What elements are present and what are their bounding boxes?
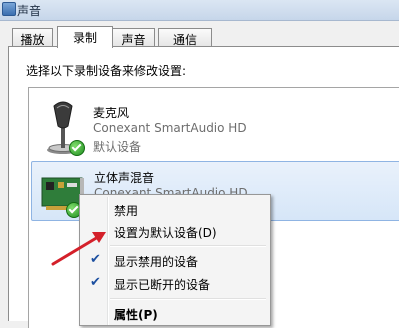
menu-item-label: 属性(P) — [114, 308, 158, 322]
menu-item-label: 设置为默认设备(D) — [114, 226, 217, 240]
speaker-icon — [2, 2, 16, 16]
window-titlebar: 声音 — [0, 0, 399, 21]
menu-item-show-disabled[interactable]: ✔ 显示禁用的设备 — [82, 249, 268, 271]
tab-recording[interactable]: 录制 — [57, 26, 113, 48]
tab-communications[interactable]: 通信 — [158, 28, 212, 47]
device-item-microphone[interactable]: 麦克风 Conexant SmartAudio HD 默认设备 — [31, 96, 399, 158]
device-name: 麦克风 — [93, 106, 130, 120]
device-driver: Conexant SmartAudio HD — [93, 121, 247, 135]
menu-item-label: 显示已断开的设备 — [114, 278, 211, 292]
context-menu: 禁用 设置为默认设备(D) ✔ 显示禁用的设备 ✔ 显示已断开的设备 属性(P) — [79, 194, 271, 326]
menu-separator — [110, 298, 266, 300]
menu-item-show-disconnected[interactable]: ✔ 显示已断开的设备 — [82, 272, 268, 294]
menu-item-set-default[interactable]: 设置为默认设备(D) — [82, 220, 268, 242]
default-device-check-icon — [69, 140, 85, 156]
menu-item-label: 禁用 — [114, 204, 139, 218]
tab-sounds[interactable]: 声音 — [112, 28, 155, 47]
device-name: 立体声混音 — [94, 171, 155, 185]
device-status: 默认设备 — [93, 140, 142, 154]
menu-item-disable[interactable]: 禁用 — [82, 198, 268, 220]
menu-separator — [110, 245, 266, 247]
checkmark-icon: ✔ — [90, 252, 101, 267]
instruction-text: 选择以下录制设备来修改设置: — [26, 64, 187, 78]
tab-playback[interactable]: 播放 — [12, 28, 53, 47]
menu-item-label: 显示禁用的设备 — [114, 255, 199, 269]
checkmark-icon: ✔ — [90, 275, 101, 290]
window-title: 声音 — [17, 4, 42, 18]
